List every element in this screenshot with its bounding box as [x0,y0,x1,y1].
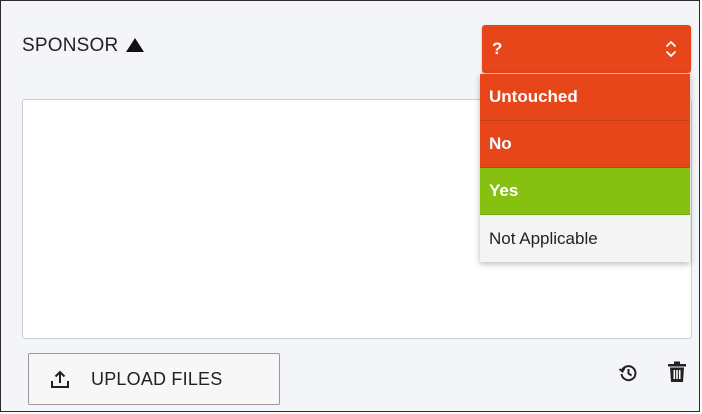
option-not-applicable[interactable]: Not Applicable [480,215,690,262]
chevron-up-down-icon [666,41,676,57]
history-icon[interactable] [618,363,638,383]
option-label: No [489,134,512,153]
status-select-value: ? [492,39,503,58]
trash-icon[interactable] [667,361,687,383]
option-label: Not Applicable [489,228,598,248]
option-label: Untouched [489,87,578,106]
upload-files-label: UPLOAD FILES [91,368,223,389]
section-title: SPONSOR [22,35,119,56]
upload-files-button[interactable]: UPLOAD FILES [28,353,280,405]
option-yes[interactable]: Yes [480,168,690,215]
sponsor-panel: SPONSOR ? Untouched No Yes Not Applicabl… [0,0,700,412]
status-select[interactable]: ? [482,25,691,73]
triangle-up-icon [126,38,145,52]
upload-icon [51,370,69,388]
option-no[interactable]: No [480,121,690,168]
section-header[interactable]: SPONSOR [22,35,145,57]
status-dropdown-menu: Untouched No Yes Not Applicable [480,74,690,262]
option-label: Yes [489,181,519,200]
option-untouched[interactable]: Untouched [480,74,690,121]
